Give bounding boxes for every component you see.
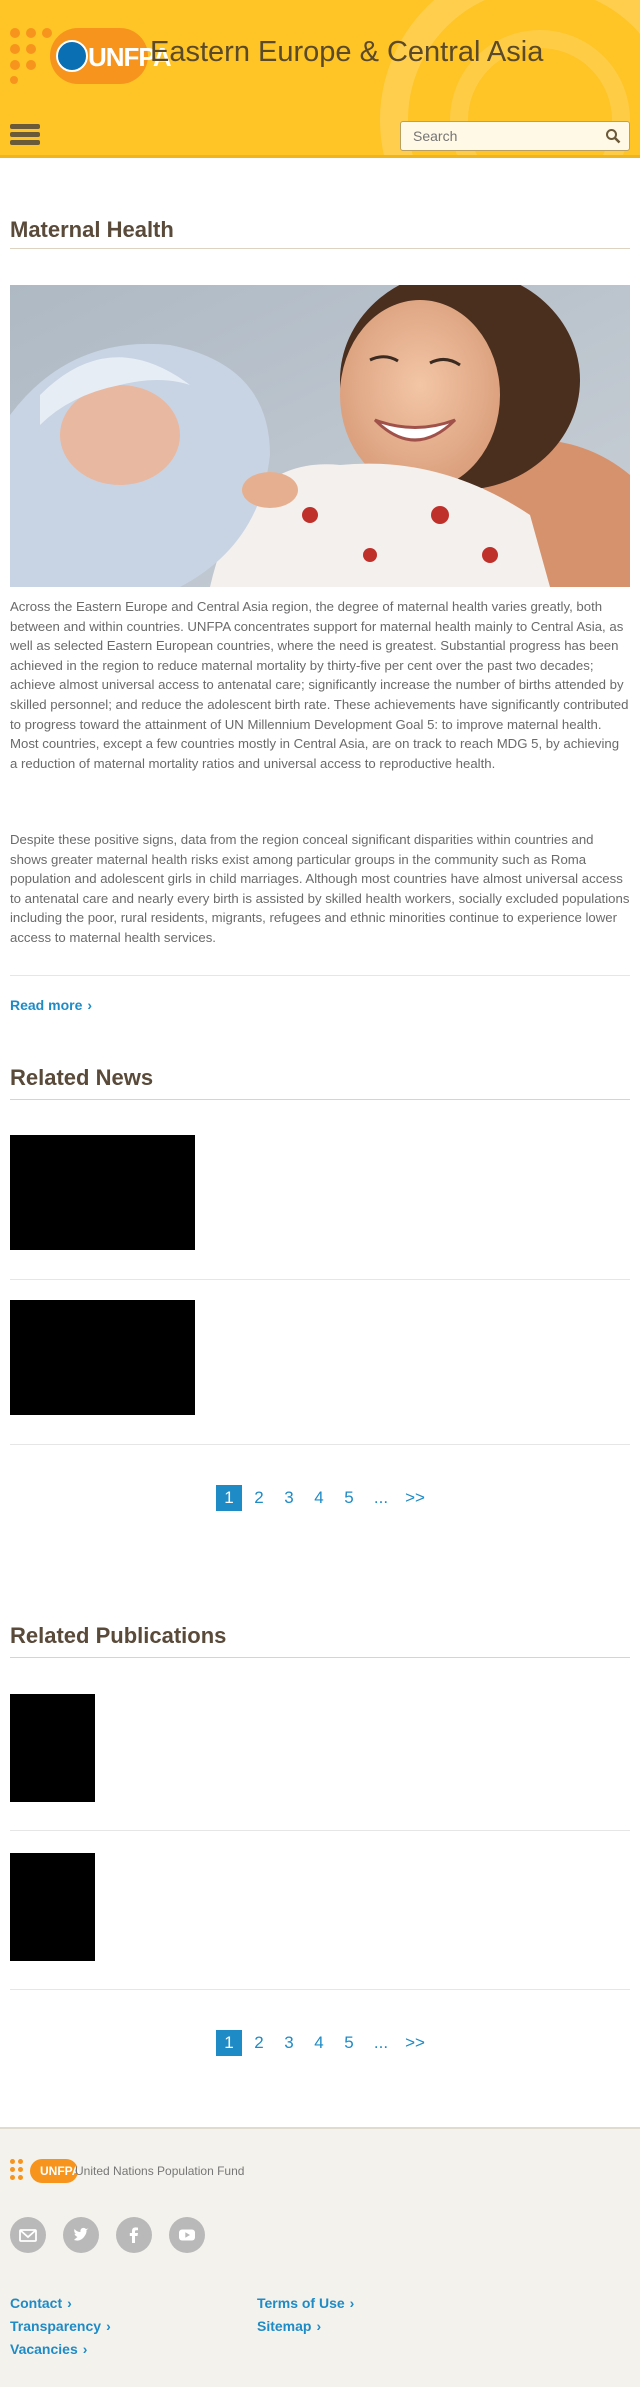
related-news-title: Related News xyxy=(10,1065,154,1090)
pagination-page-5[interactable]: 5 xyxy=(336,1485,362,1511)
footer-link-sitemap[interactable]: Sitemap › xyxy=(257,2318,321,2334)
footer-link-vacancies[interactable]: Vacancies › xyxy=(10,2341,87,2357)
news-item-divider xyxy=(10,1444,630,1445)
maternal-health-intro: Across the Eastern Europe and Central As… xyxy=(10,599,629,771)
pagination-page-3[interactable]: 3 xyxy=(276,1485,302,1511)
chevron-right-icon: › xyxy=(349,2295,355,2311)
footer-link-terms-of-use[interactable]: Terms of Use › xyxy=(257,2295,354,2311)
publication-item-divider xyxy=(10,1989,630,1990)
footer-org-name: United Nations Population Fund xyxy=(75,2164,245,2178)
footer-link-transparency[interactable]: Transparency › xyxy=(10,2318,111,2334)
facebook-icon[interactable] xyxy=(116,2217,152,2253)
related-news-pagination: 1 2 3 4 5... >> xyxy=(216,1485,434,1511)
read-more-link[interactable]: Read more › xyxy=(10,997,92,1013)
footer-unfpa-logo[interactable]: UNFPA xyxy=(10,2159,80,2183)
related-publications-pagination: 1 2 3 4 5... >> xyxy=(216,2030,434,2056)
chevron-right-icon: › xyxy=(87,997,93,1013)
page-title: Maternal Health xyxy=(10,217,174,242)
header-divider xyxy=(0,155,640,158)
news-item-divider xyxy=(10,1279,630,1280)
related-news-divider xyxy=(10,1099,630,1100)
read-more-label: Read more xyxy=(10,997,83,1013)
pagination-next-icon[interactable]: >> xyxy=(400,2030,430,2056)
youtube-icon[interactable] xyxy=(169,2217,205,2253)
pagination-page-4[interactable]: 4 xyxy=(306,1485,332,1511)
twitter-icon[interactable] xyxy=(63,2217,99,2253)
news-thumbnail[interactable] xyxy=(10,1300,195,1415)
pagination-page-2[interactable]: 2 xyxy=(246,2030,272,2056)
related-publications-title: Related Publications xyxy=(10,1623,227,1648)
content-divider xyxy=(10,975,630,976)
search-box xyxy=(400,121,630,151)
footer-link-contact[interactable]: Contact › xyxy=(10,2295,72,2311)
pagination-page-4[interactable]: 4 xyxy=(306,2030,332,2056)
publication-thumbnail[interactable] xyxy=(10,1853,95,1961)
search-input[interactable] xyxy=(401,122,591,150)
hero-image-mother-and-newborn xyxy=(10,285,630,587)
site-footer: UNFPA United Nations Population Fund Con… xyxy=(0,2127,640,2387)
publication-thumbnail[interactable] xyxy=(10,1694,95,1802)
chevron-right-icon: › xyxy=(67,2295,72,2311)
title-divider xyxy=(10,248,630,249)
pagination-page-3[interactable]: 3 xyxy=(276,2030,302,2056)
chevron-right-icon: › xyxy=(106,2318,111,2334)
pagination-ellipsis: ... xyxy=(373,2033,389,2052)
publication-item-divider xyxy=(10,1830,630,1831)
pagination-next-icon[interactable]: >> xyxy=(400,1485,430,1511)
pagination-page-1[interactable]: 1 xyxy=(216,2030,242,2056)
menu-icon[interactable] xyxy=(10,124,40,146)
news-thumbnail[interactable] xyxy=(10,1135,195,1250)
pagination-page-1[interactable]: 1 xyxy=(216,1485,242,1511)
site-header: UNFPA Eastern Europe & Central Asia xyxy=(0,0,640,158)
email-icon[interactable] xyxy=(10,2217,46,2253)
pagination-page-5[interactable]: 5 xyxy=(336,2030,362,2056)
pagination-page-2[interactable]: 2 xyxy=(246,1485,272,1511)
maternal-health-disparities: Despite these positive signs, data from … xyxy=(10,832,630,945)
chevron-right-icon: › xyxy=(82,2341,88,2357)
search-icon[interactable] xyxy=(605,128,621,144)
pagination-ellipsis: ... xyxy=(373,1488,389,1507)
un-globe-icon xyxy=(56,40,88,72)
related-publications-divider xyxy=(10,1657,630,1658)
chevron-right-icon: › xyxy=(316,2318,322,2334)
site-title[interactable]: Eastern Europe & Central Asia xyxy=(150,36,543,69)
